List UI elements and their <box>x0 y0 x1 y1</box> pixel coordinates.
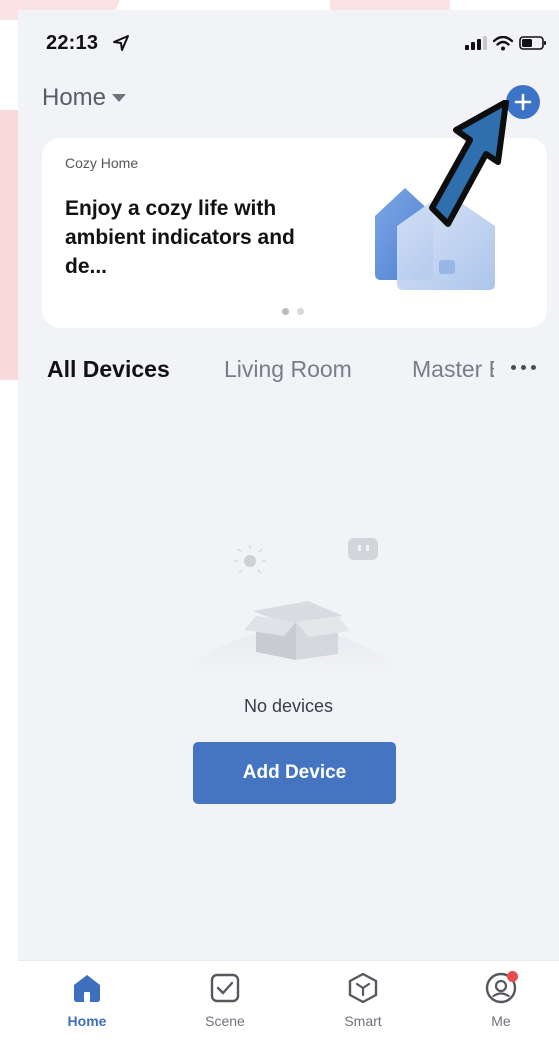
empty-state-message: No devices <box>243 696 334 716</box>
banner-headline: Enjoy a cozy life with ambient indicator… <box>65 197 295 278</box>
location-arrow-icon <box>113 35 129 51</box>
more-icon[interactable] <box>511 365 536 370</box>
empty-box-illustration-icon <box>183 538 403 670</box>
cellular-signal-icon <box>465 36 487 50</box>
add-device-button[interactable]: Add Device <box>193 742 396 804</box>
status-indicators <box>465 34 547 52</box>
room-tabs: All Devices Living Room Master Bedroom <box>47 356 547 390</box>
background-decoration <box>0 110 18 380</box>
tab-master-bedroom[interactable]: Master Bedroom <box>412 356 494 383</box>
tab-bar-label: Me <box>491 1013 511 1029</box>
home-selector[interactable]: Home <box>42 84 127 112</box>
bottom-tab-bar: Home Scene Smart Me <box>18 960 559 1051</box>
tab-living-room[interactable]: Living Room <box>224 356 352 383</box>
user-icon <box>484 971 518 1005</box>
tab-bar-me[interactable]: Me <box>451 971 551 1029</box>
home-icon <box>74 975 100 1002</box>
notification-badge <box>507 971 518 982</box>
caret-down-icon <box>112 94 127 102</box>
tab-bar-label: Scene <box>205 1013 245 1029</box>
tab-bar-scene[interactable]: Scene <box>175 971 275 1029</box>
tab-all-devices[interactable]: All Devices <box>47 356 170 383</box>
banner-tag: Cozy Home <box>65 155 139 171</box>
wifi-icon <box>493 35 513 50</box>
tab-bar-label: Home <box>67 1013 107 1029</box>
status-time: 22:13 <box>46 32 99 54</box>
pagination-dot <box>297 308 304 315</box>
banner-pagination <box>282 308 304 315</box>
tab-bar-label: Smart <box>344 1013 382 1029</box>
annotation-arrow-icon <box>429 100 509 227</box>
cube-icon <box>348 972 378 1004</box>
tab-bar-home[interactable]: Home <box>37 971 137 1029</box>
app-screen: 22:13 Home Cozy Home Enjoy a cozy life w… <box>18 10 559 1051</box>
tab-bar-smart[interactable]: Smart <box>313 971 413 1029</box>
battery-icon <box>519 36 546 50</box>
home-selector-label: Home <box>42 84 107 111</box>
pagination-dot <box>282 308 289 315</box>
checkbox-icon <box>210 973 240 1003</box>
